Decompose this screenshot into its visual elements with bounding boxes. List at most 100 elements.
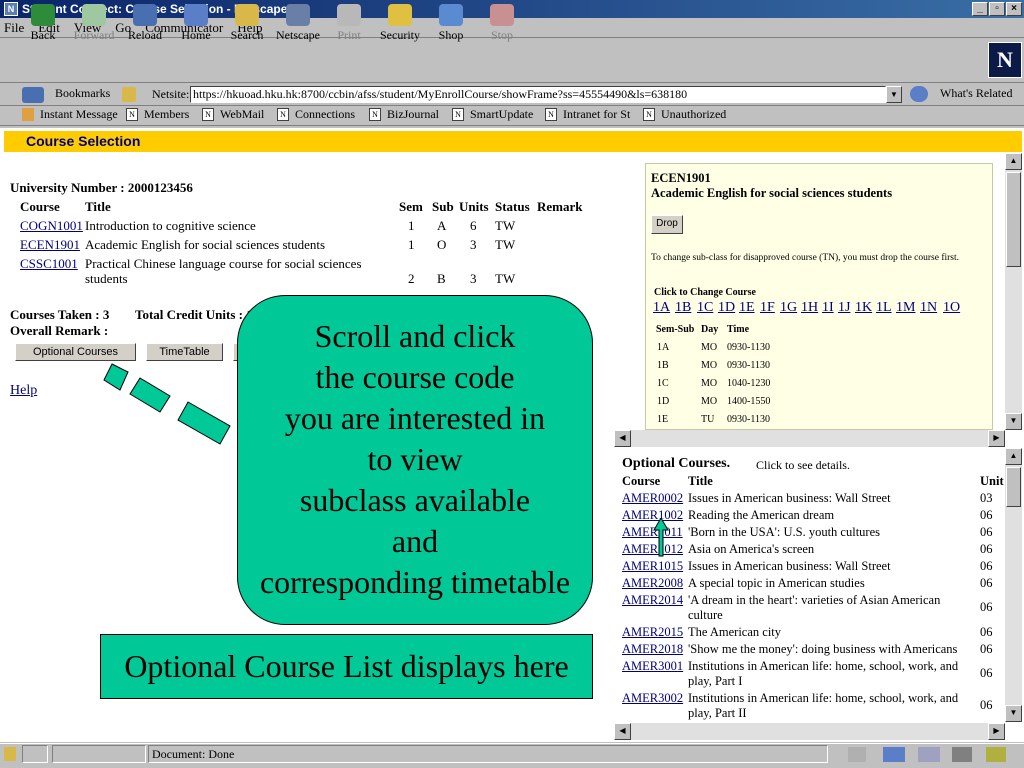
help-link[interactable]: Help bbox=[10, 383, 37, 399]
overall-remark: Overall Remark : bbox=[10, 323, 109, 338]
course-title: Academic English for social sciences stu… bbox=[85, 237, 326, 252]
course-status: TW bbox=[495, 271, 516, 286]
subclass-link[interactable]: 1K bbox=[855, 300, 872, 316]
detail-course-title: Academic English for social sciences stu… bbox=[651, 186, 893, 200]
netscape-icon bbox=[286, 4, 310, 26]
bookmark-page-icon: N bbox=[369, 108, 381, 121]
annotation-arrow bbox=[653, 518, 669, 557]
bookmarks-button[interactable]: Bookmarks bbox=[55, 86, 110, 101]
subclass-link[interactable]: 1G bbox=[780, 300, 797, 316]
subclass-link[interactable]: 1I bbox=[822, 300, 834, 316]
course-sub: B bbox=[437, 271, 446, 286]
course-code-link[interactable]: ECEN1901 bbox=[20, 237, 80, 253]
component-icon[interactable] bbox=[848, 747, 866, 762]
navigator-icon[interactable] bbox=[883, 747, 905, 762]
scroll-left-button[interactable]: ◀ bbox=[614, 430, 631, 447]
optional-course-link[interactable]: AMER0002 bbox=[622, 491, 683, 506]
subclass-link[interactable]: 1L bbox=[876, 300, 892, 316]
subclass-link[interactable]: 1N bbox=[920, 300, 937, 316]
netscape-button[interactable]: Netscape bbox=[273, 4, 323, 43]
course-title: Introduction to cognitive science bbox=[85, 218, 256, 233]
instant-message-button[interactable]: Instant Message bbox=[22, 107, 118, 122]
subclass-link[interactable]: 1F bbox=[760, 300, 775, 316]
col-course: Course bbox=[20, 199, 60, 214]
search-button[interactable]: Search bbox=[222, 4, 272, 43]
course-code-link[interactable]: CSSC1001 bbox=[20, 256, 78, 272]
print-icon bbox=[337, 4, 361, 26]
drop-button[interactable]: Drop bbox=[651, 215, 683, 234]
mail-icon[interactable] bbox=[918, 747, 940, 762]
scroll-up-button[interactable]: ▲ bbox=[1005, 448, 1022, 465]
detail-horizontal-scrollbar[interactable] bbox=[614, 430, 1005, 447]
scroll-thumb[interactable] bbox=[1006, 467, 1021, 507]
scroll-down-button[interactable]: ▼ bbox=[1005, 413, 1022, 430]
bookmark-page-icon: N bbox=[452, 108, 464, 121]
scroll-left-button[interactable]: ◀ bbox=[614, 723, 631, 740]
timetable-button[interactable]: TimeTable bbox=[146, 343, 223, 361]
course-sem: 1 bbox=[408, 237, 415, 252]
connections-button[interactable]: N Connections bbox=[277, 107, 355, 122]
callout-line: and bbox=[391, 523, 439, 559]
col-sem: Sem bbox=[399, 199, 423, 214]
bizjournal-button[interactable]: N BizJournal bbox=[369, 107, 439, 122]
page-proxy-icon[interactable] bbox=[122, 87, 136, 102]
callout-line: to view bbox=[367, 441, 463, 477]
bookmarks-icon[interactable] bbox=[22, 87, 44, 103]
subclass-link[interactable]: 1D bbox=[718, 300, 735, 316]
optional-course-link[interactable]: AMER3002 bbox=[622, 691, 683, 706]
shop-button[interactable]: Shop bbox=[426, 4, 476, 43]
subclass-link[interactable]: 1A bbox=[653, 300, 670, 316]
callout-line: the course code bbox=[315, 359, 515, 395]
address-book-icon[interactable] bbox=[986, 747, 1006, 762]
back-button[interactable]: Back bbox=[18, 4, 68, 43]
subclass-link[interactable]: 1J bbox=[838, 300, 850, 316]
university-number: University Number : 2000123456 bbox=[10, 180, 193, 195]
optional-course-link[interactable]: AMER2018 bbox=[622, 642, 683, 657]
scroll-down-button[interactable]: ▼ bbox=[1005, 705, 1022, 722]
home-icon bbox=[184, 4, 208, 26]
smartupdate-button[interactable]: N SmartUpdate bbox=[452, 107, 533, 122]
optional-courses-button[interactable]: Optional Courses bbox=[15, 343, 136, 361]
optional-horizontal-scrollbar[interactable] bbox=[614, 723, 1005, 740]
scroll-thumb[interactable] bbox=[1006, 172, 1021, 267]
col-remark: Remark bbox=[537, 199, 583, 214]
subclass-link[interactable]: 1O bbox=[943, 300, 960, 316]
subclass-link[interactable]: 1M bbox=[896, 300, 915, 316]
course-code-link[interactable]: COGN1001 bbox=[20, 218, 83, 234]
optional-course-link[interactable]: AMER1015 bbox=[622, 559, 683, 574]
print-button[interactable]: Print bbox=[324, 4, 374, 43]
whats-related-icon[interactable] bbox=[910, 86, 928, 102]
netscape-logo[interactable]: N bbox=[988, 42, 1022, 78]
forward-button[interactable]: Forward bbox=[69, 4, 119, 43]
url-input[interactable]: https://hkuoad.hku.hk:8700/ccbin/afss/st… bbox=[190, 86, 886, 103]
optional-col-course: Course bbox=[622, 474, 661, 488]
scroll-up-button[interactable]: ▲ bbox=[1005, 153, 1022, 170]
home-button[interactable]: Home bbox=[171, 4, 221, 43]
subclass-link[interactable]: 1B bbox=[675, 300, 691, 316]
webmail-button[interactable]: N WebMail bbox=[202, 107, 264, 122]
stop-button[interactable]: Stop bbox=[477, 4, 527, 43]
url-dropdown-button[interactable]: ▼ bbox=[886, 86, 902, 103]
lock-icon[interactable] bbox=[4, 747, 16, 761]
minimize-button[interactable]: _ bbox=[972, 2, 988, 16]
optional-course-link[interactable]: AMER2014 bbox=[622, 593, 683, 608]
intranet-button[interactable]: N Intranet for St bbox=[545, 107, 630, 122]
optional-hint: Click to see details. bbox=[756, 458, 850, 472]
subclass-link[interactable]: 1C bbox=[697, 300, 713, 316]
course-sub: A bbox=[437, 218, 447, 233]
close-button[interactable]: × bbox=[1006, 2, 1022, 16]
optional-course-link[interactable]: AMER3001 bbox=[622, 659, 683, 674]
scroll-right-button[interactable]: ▶ bbox=[988, 723, 1005, 740]
composer-icon[interactable] bbox=[952, 747, 972, 762]
optional-course-link[interactable]: AMER2008 bbox=[622, 576, 683, 591]
maximize-button[interactable]: ▫ bbox=[989, 2, 1005, 16]
subclass-link[interactable]: 1E bbox=[739, 300, 755, 316]
members-button[interactable]: N Members bbox=[126, 107, 189, 122]
unauthorized-button[interactable]: N Unauthorized bbox=[643, 107, 726, 122]
subclass-link[interactable]: 1H bbox=[801, 300, 818, 316]
scroll-right-button[interactable]: ▶ bbox=[988, 430, 1005, 447]
optional-course-link[interactable]: AMER2015 bbox=[622, 625, 683, 640]
security-button[interactable]: Security bbox=[375, 4, 425, 43]
reload-button[interactable]: Reload bbox=[120, 4, 170, 43]
whats-related-button[interactable]: What's Related bbox=[940, 86, 1012, 101]
